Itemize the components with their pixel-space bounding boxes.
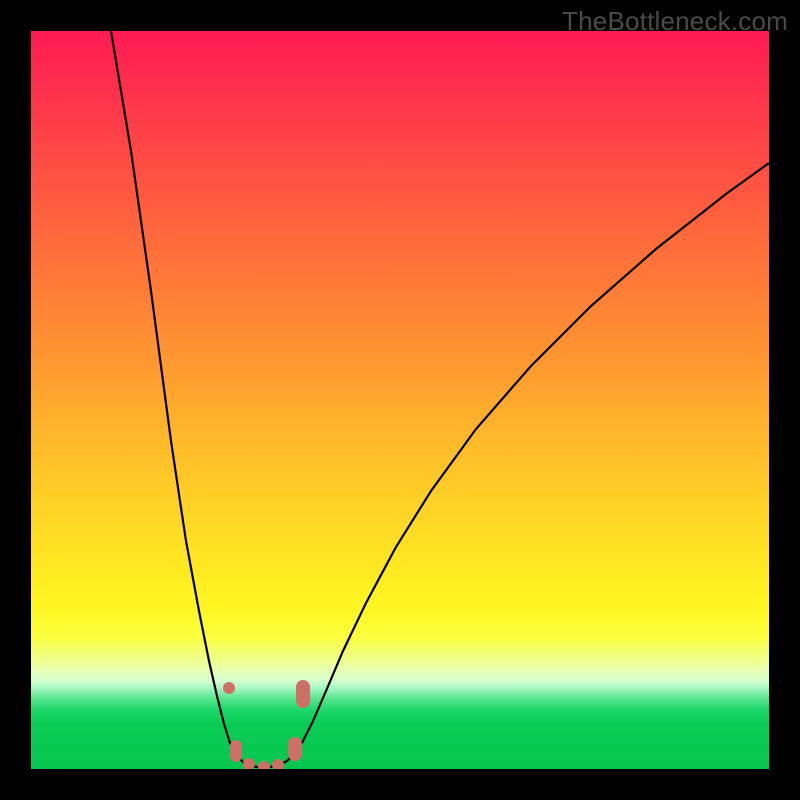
curve-right-branch xyxy=(263,163,769,768)
chart-svg xyxy=(31,31,769,769)
marker-dot xyxy=(258,761,270,769)
curve-left-branch xyxy=(111,31,263,768)
marker-pill xyxy=(230,740,242,762)
watermark-text: TheBottleneck.com xyxy=(562,6,788,37)
marker-pill xyxy=(296,680,310,708)
marker-pill xyxy=(288,737,302,761)
curve-markers-group xyxy=(223,680,310,769)
marker-dot xyxy=(243,758,255,769)
marker-dot xyxy=(272,759,284,769)
marker-dot xyxy=(223,682,235,694)
chart-area xyxy=(31,31,769,769)
